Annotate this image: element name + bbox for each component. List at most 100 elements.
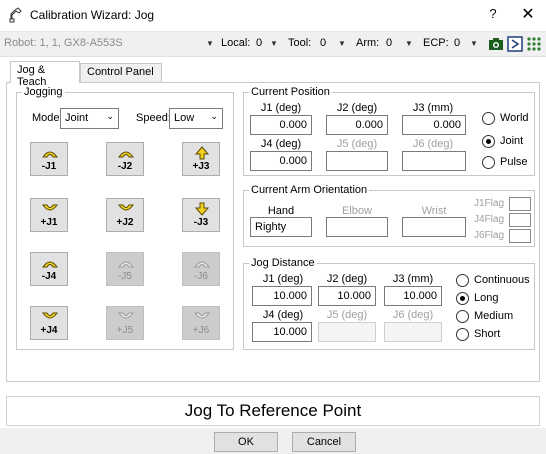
run-icon[interactable] [507, 36, 523, 52]
robot-label: Robot: 1, 1, GX8-A553S [4, 37, 123, 49]
cp-j2-field[interactable]: 0.000 [326, 115, 388, 135]
tool-dropdown-arrow[interactable]: ▼ [338, 39, 346, 48]
j1flag-label: J1Flag [474, 198, 505, 209]
jog-button-minus-j3[interactable]: -J3 [182, 198, 220, 232]
radio-short-label[interactable]: Short [474, 328, 500, 340]
local-value[interactable]: 0 [256, 37, 262, 49]
speed-label: Speed: [136, 112, 171, 124]
jd-j4-label: J4 (deg) [262, 309, 304, 321]
hand-label: Hand [267, 205, 295, 217]
jd-j3-field[interactable]: 10.000 [384, 286, 442, 306]
jog-button-label: -J6 [194, 271, 208, 282]
jog-button-minus-j5[interactable]: -J5 [106, 252, 144, 286]
jd-j1-field[interactable]: 10.000 [252, 286, 312, 306]
jd-j6-field[interactable] [384, 322, 442, 342]
ok-button[interactable]: OK [214, 432, 278, 452]
jog-button-label: +J3 [192, 161, 210, 172]
radio-short[interactable] [456, 328, 469, 341]
jog-button-minus-j2[interactable]: -J2 [106, 142, 144, 176]
cp-j4-field[interactable]: 0.000 [250, 151, 312, 171]
jd-j5-label: J5 (deg) [326, 309, 368, 321]
cp-j5-field[interactable] [326, 151, 388, 171]
cp-j3-field[interactable]: 0.000 [402, 115, 466, 135]
jd-j3-label: J3 (mm) [392, 273, 434, 285]
local-dropdown-arrow[interactable]: ▼ [270, 39, 278, 48]
ecp-dropdown-arrow[interactable]: ▼ [470, 39, 478, 48]
radio-joint[interactable] [482, 135, 495, 148]
cp-j6-field[interactable] [402, 151, 466, 171]
chevron-down-icon: ⌄ [106, 111, 114, 121]
radio-long-label[interactable]: Long [474, 292, 498, 304]
hand-field[interactable]: Righty [250, 217, 312, 237]
tab-jog-teach[interactable]: Jog & Teach [10, 61, 80, 88]
jog-button-plus-j6[interactable]: +J6 [182, 306, 220, 340]
cancel-button[interactable]: Cancel [292, 432, 356, 452]
tool-value[interactable]: 0 [320, 37, 326, 49]
jog-button-label: +J1 [40, 217, 58, 228]
jog-button-minus-j6[interactable]: -J6 [182, 252, 220, 286]
j6flag-field[interactable] [509, 229, 531, 243]
jog-button-label: -J3 [193, 217, 209, 228]
radio-joint-label[interactable]: Joint [500, 135, 523, 147]
jog-button-label: -J1 [41, 161, 57, 172]
wrist-label: Wrist [421, 205, 447, 217]
help-button[interactable]: ? [484, 6, 502, 24]
jd-j5-field[interactable] [318, 322, 376, 342]
current-position-title: Current Position [249, 86, 332, 98]
radio-continuous-label[interactable]: Continuous [474, 274, 530, 286]
jog-button-label: +J5 [116, 325, 134, 336]
j6flag-label: J6Flag [474, 230, 505, 241]
mode-select[interactable]: Joint ⌄ [60, 108, 119, 129]
arm-label: Arm: [356, 37, 380, 49]
speed-select[interactable]: Low ⌄ [169, 108, 223, 129]
jog-button-plus-j1[interactable]: +J1 [30, 198, 68, 232]
jog-button-plus-j2[interactable]: +J2 [106, 198, 144, 232]
jog-button-plus-j5[interactable]: +J5 [106, 306, 144, 340]
wrist-field[interactable] [402, 217, 466, 237]
jog-button-plus-j3[interactable]: +J3 [182, 142, 220, 176]
jd-j2-label: J2 (deg) [326, 273, 368, 285]
jog-button-label: +J6 [192, 325, 210, 336]
mode-select-value: Joint [65, 112, 89, 124]
jd-j6-label: J6 (deg) [392, 309, 434, 321]
radio-pulse-label[interactable]: Pulse [500, 156, 528, 168]
j4flag-field[interactable] [509, 213, 531, 227]
speed-select-value: Low [174, 112, 195, 124]
j4flag-label: J4Flag [474, 214, 505, 225]
cp-j2-label: J2 (deg) [336, 102, 378, 114]
robot-dropdown-arrow[interactable]: ▼ [206, 39, 214, 48]
jd-j2-field[interactable]: 10.000 [318, 286, 376, 306]
arm-dropdown-arrow[interactable]: ▼ [405, 39, 413, 48]
tool-label: Tool: [288, 37, 312, 49]
window-title: Calibration Wizard: Jog [30, 8, 155, 22]
jog-distance-title: Jog Distance [249, 257, 317, 269]
jog-button-label: -J2 [117, 161, 133, 172]
reference-point-text: Jog To Reference Point [184, 401, 362, 420]
jog-button-plus-j4[interactable]: +J4 [30, 306, 68, 340]
arm-orientation-title: Current Arm Orientation [249, 184, 370, 196]
robot-arm-icon [8, 7, 24, 23]
close-button[interactable]: ✕ [516, 4, 540, 26]
radio-world[interactable] [482, 112, 495, 125]
cp-j1-field[interactable]: 0.000 [250, 115, 312, 135]
radio-medium[interactable] [456, 310, 469, 323]
cp-j3-label: J3 (mm) [412, 102, 454, 114]
cp-j4-label: J4 (deg) [260, 138, 302, 150]
chevron-down-icon: ⌄ [210, 111, 218, 121]
jd-j4-field[interactable]: 10.000 [252, 322, 312, 342]
elbow-field[interactable] [326, 217, 388, 237]
radio-world-label[interactable]: World [500, 112, 529, 124]
tab-control-panel[interactable]: Control Panel [80, 63, 162, 83]
jog-button-label: -J5 [118, 271, 132, 282]
radio-pulse[interactable] [482, 156, 495, 169]
jog-button-minus-j1[interactable]: -J1 [30, 142, 68, 176]
ecp-value[interactable]: 0 [454, 37, 460, 49]
jog-button-minus-j4[interactable]: -J4 [30, 252, 68, 286]
dots-grid-icon[interactable] [526, 36, 542, 52]
radio-medium-label[interactable]: Medium [474, 310, 513, 322]
radio-continuous[interactable] [456, 274, 469, 287]
radio-long[interactable] [456, 292, 469, 305]
camera-icon[interactable] [488, 36, 504, 52]
j1flag-field[interactable] [509, 197, 531, 211]
arm-value[interactable]: 0 [386, 37, 392, 49]
